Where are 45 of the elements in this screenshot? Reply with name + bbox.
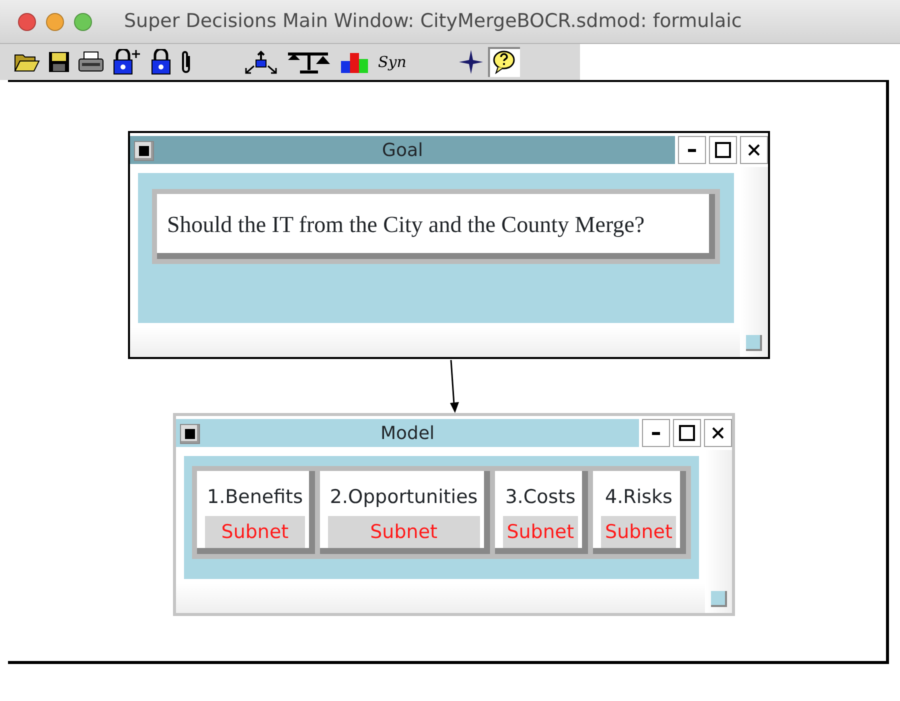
window-menu-button[interactable] <box>180 424 200 444</box>
window-menu-button[interactable] <box>134 141 154 161</box>
balance-scale-icon <box>286 50 332 74</box>
close-icon <box>747 143 761 157</box>
paperclip-icon <box>180 50 192 74</box>
minimize-icon <box>688 148 696 152</box>
node-label: 4.Risks <box>604 485 674 510</box>
minimize-icon <box>652 432 660 434</box>
window-title: Super Decisions Main Window: CityMergeBOCR.sdmod: formulaic <box>124 9 742 34</box>
node-card[interactable]: 2.Opportunities Subnet <box>320 471 490 554</box>
close-icon <box>711 426 725 440</box>
resize-grip-icon <box>710 591 727 607</box>
close-button[interactable] <box>704 419 732 447</box>
network-arrows-icon <box>244 50 278 74</box>
maximize-button[interactable] <box>673 419 701 447</box>
help-balloon-button[interactable] <box>488 47 520 77</box>
zoom-button[interactable] <box>74 12 92 30</box>
cluster-name: Goal <box>382 138 423 162</box>
lock-plus-icon <box>112 49 142 75</box>
synthesize-button[interactable]: Syn <box>374 47 410 77</box>
cluster-window[interactable]: Goal Should the IT from the City and the County Merge? <box>128 131 770 359</box>
window-menu-icon <box>139 146 149 156</box>
node-card[interactable]: 1.Benefits Subnet <box>197 471 315 554</box>
node-label: 3.Costs <box>504 485 576 510</box>
help-balloon-icon <box>492 50 516 74</box>
node-label: 2.Opportunities <box>328 485 479 510</box>
maximize-icon <box>679 425 695 441</box>
node-card[interactable]: 4.Risks Subnet <box>593 471 686 554</box>
printer-icon <box>78 51 104 73</box>
cluster-window[interactable]: Model 1.Benefits Subnet 2.Opportunities Subnet 3.Costs Subnet 4.Risks Subnet <box>173 413 735 616</box>
node-card[interactable]: Should the IT from the City and the County Merge? <box>157 194 715 258</box>
bar-chart-icon <box>340 51 370 73</box>
resize-grip-icon <box>746 335 762 351</box>
cluster-name: Model <box>380 422 435 446</box>
maximize-button[interactable] <box>709 136 737 164</box>
maximize-icon <box>715 142 731 158</box>
compass-star-icon <box>458 49 484 75</box>
minimize-button[interactable] <box>642 419 670 447</box>
node-label: 1.Benefits <box>206 485 304 510</box>
node-card[interactable]: 3.Costs Subnet <box>494 471 588 554</box>
close-button[interactable] <box>740 136 768 164</box>
lock-icon <box>150 49 172 75</box>
window-menu-icon <box>185 429 195 439</box>
minimize-button[interactable] <box>678 136 706 164</box>
connector-arrow <box>450 360 459 413</box>
